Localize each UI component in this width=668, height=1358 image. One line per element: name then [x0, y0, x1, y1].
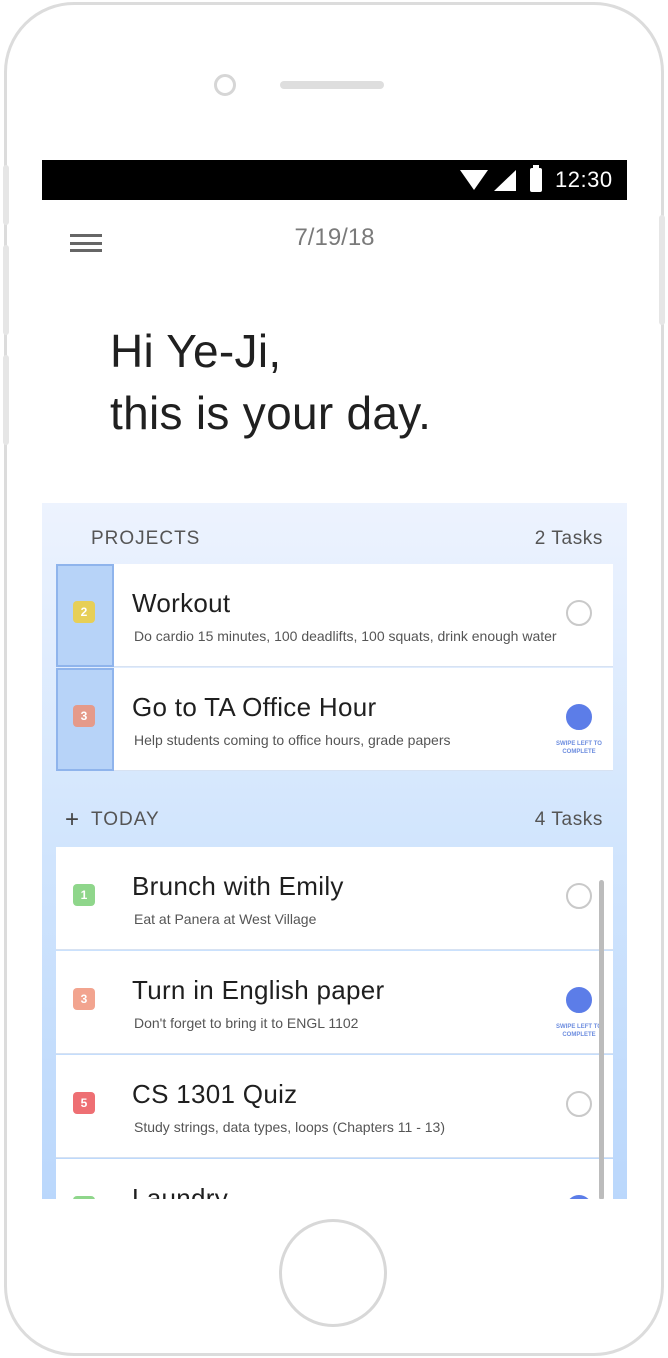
greeting: Hi Ye-Ji, this is your day. [110, 320, 431, 444]
scrollbar[interactable] [599, 880, 604, 1199]
status-bar: 12:30 [42, 160, 627, 200]
status-time: 12:30 [555, 167, 613, 192]
mute-switch [3, 165, 9, 225]
battery-icon [530, 165, 542, 192]
task-description: Eat at Panera at West Village [134, 911, 317, 927]
complete-checkbox[interactable] [566, 1195, 592, 1199]
project-card-ta-office-hour[interactable]: 3 Go to TA Office Hour Help students com… [56, 668, 613, 771]
task-title: Workout [132, 588, 231, 618]
task-description: Study strings, data types, loops (Chapte… [134, 1119, 446, 1135]
complete-checkbox[interactable] [566, 883, 592, 909]
complete-checkbox[interactable] [566, 987, 592, 1013]
front-camera [214, 74, 236, 96]
priority-badge: 3 [73, 988, 95, 1010]
today-title: TODAY [91, 809, 160, 830]
task-description: Do cardio 15 minutes, 100 deadlifts, 100… [134, 628, 557, 644]
complete-checkbox[interactable] [566, 600, 592, 626]
today-header: + TODAY 4 Tasks [42, 806, 627, 839]
signal-icon [494, 170, 516, 191]
task-title: Brunch with Emily [132, 871, 344, 901]
task-title: Turn in English paper [132, 975, 385, 1005]
projects-header: PROJECTS 2 Tasks [42, 528, 627, 558]
task-card-english-paper[interactable]: 3 Turn in English paper Don't forget to … [56, 951, 613, 1054]
current-date: 7/19/18 [294, 224, 375, 251]
plus-icon[interactable]: + [65, 806, 80, 834]
task-title: CS 1301 Quiz [132, 1079, 298, 1109]
priority-badge [73, 1196, 95, 1199]
task-description: Help students coming to office hours, gr… [134, 732, 451, 748]
earpiece-speaker [280, 81, 384, 89]
task-card-brunch[interactable]: 1 Brunch with Emily Eat at Panera at Wes… [56, 847, 613, 950]
wifi-icon [460, 170, 488, 190]
power-button [659, 215, 665, 325]
swipe-hint: SWIPE LEFT TO COMPLETE [556, 741, 602, 755]
priority-badge: 5 [73, 1092, 95, 1114]
today-count: 4 Tasks [534, 809, 603, 830]
priority-badge: 2 [73, 601, 95, 623]
projects-title: PROJECTS [91, 528, 201, 549]
task-panel: PROJECTS 2 Tasks 2 Workout Do cardio 15 … [42, 503, 627, 1199]
task-card-cs-quiz[interactable]: 5 CS 1301 Quiz Study strings, data types… [56, 1055, 613, 1158]
task-card-laundry[interactable]: Laundry [56, 1159, 613, 1199]
greeting-line-2: this is your day. [110, 387, 432, 439]
volume-down-button [3, 355, 9, 445]
task-title: Go to TA Office Hour [132, 692, 377, 722]
projects-count: 2 Tasks [534, 528, 603, 549]
greeting-line-1: Hi Ye-Ji, [110, 325, 282, 377]
project-card-workout[interactable]: 2 Workout Do cardio 15 minutes, 100 dead… [56, 564, 613, 667]
complete-checkbox[interactable] [566, 1091, 592, 1117]
app-screen: 12:30 7/19/18 Hi Ye-Ji, this is your day… [42, 160, 627, 1199]
home-button[interactable] [279, 1219, 387, 1327]
volume-up-button [3, 245, 9, 335]
task-description: Don't forget to bring it to ENGL 1102 [134, 1015, 359, 1031]
complete-checkbox[interactable] [566, 704, 592, 730]
priority-badge: 1 [73, 884, 95, 906]
priority-badge: 3 [73, 705, 95, 727]
task-title: Laundry [132, 1183, 229, 1199]
